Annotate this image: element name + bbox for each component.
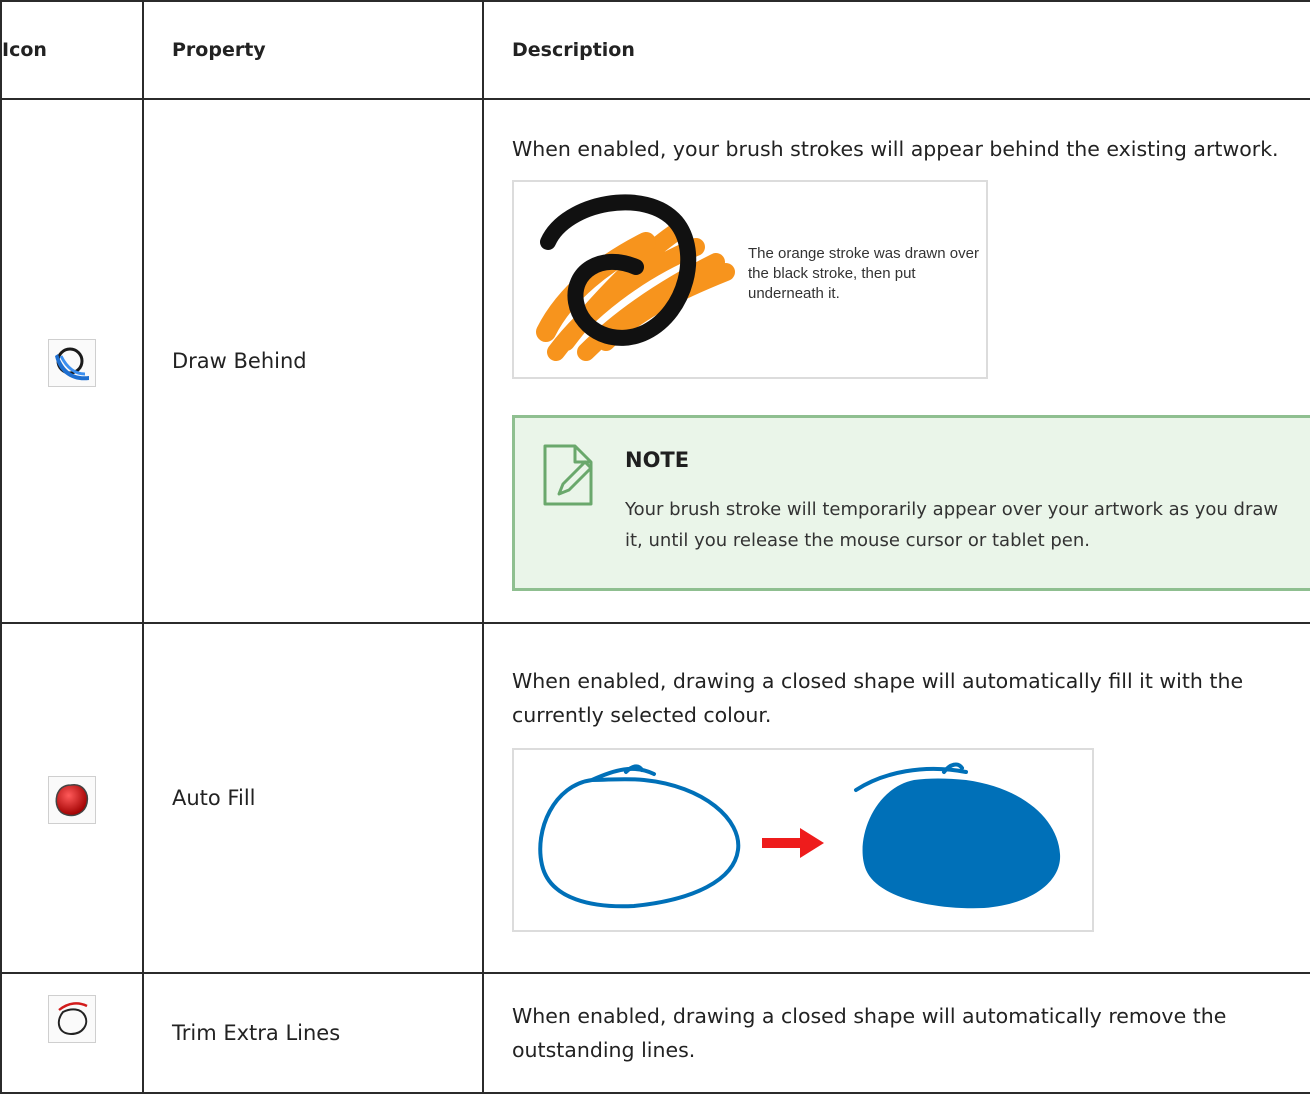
auto-fill-icon <box>48 775 96 824</box>
description-cell: When enabled, your brush strokes will ap… <box>482 98 1310 624</box>
fill-illustration <box>538 762 1061 909</box>
header-property: Property <box>142 0 484 100</box>
note-icon <box>543 444 593 505</box>
property-cell: Trim Extra Lines <box>142 972 484 1094</box>
properties-table: Icon Property Description Draw Behind Wh… <box>0 0 1310 1094</box>
header-description: Description <box>482 0 1310 100</box>
table-row: Trim Extra Lines When enabled, drawing a… <box>0 972 1310 1094</box>
draw-behind-icon <box>48 338 96 387</box>
auto-fill-illustration <box>512 748 1094 932</box>
figure-caption: The orange stroke was drawn over the bla… <box>748 244 979 302</box>
note-title: NOTE <box>625 447 690 472</box>
note-text: Your brush stroke will temporarily appea… <box>625 498 1279 551</box>
draw-behind-illustration: The orange stroke was drawn over the bla… <box>512 179 988 379</box>
stroke-illustration <box>536 193 735 361</box>
icon-cell <box>0 972 144 1094</box>
property-cell: Auto Fill <box>142 622 484 974</box>
header-icon: Icon <box>0 0 144 100</box>
property-cell: Draw Behind <box>142 98 484 624</box>
property-label: Auto Fill <box>172 786 256 810</box>
table-row: Draw Behind When enabled, your brush str… <box>0 98 1310 624</box>
table-row: Auto Fill When enabled, drawing a closed… <box>0 622 1310 974</box>
trim-extra-lines-icon <box>48 994 96 1043</box>
description-text: When enabled, drawing a closed shape wil… <box>512 669 1244 727</box>
property-label: Trim Extra Lines <box>172 1021 341 1045</box>
description-text: When enabled, drawing a closed shape wil… <box>512 1004 1227 1062</box>
icon-cell <box>0 622 144 974</box>
description-cell: When enabled, drawing a closed shape wil… <box>482 972 1310 1094</box>
note-box: NOTE Your brush stroke will temporarily … <box>512 414 1310 591</box>
icon-cell <box>0 98 144 624</box>
table-header-row: Icon Property Description <box>0 0 1310 100</box>
description-text: When enabled, your brush strokes will ap… <box>512 136 1279 161</box>
description-cell: When enabled, drawing a closed shape wil… <box>482 622 1310 974</box>
property-label: Draw Behind <box>172 349 307 373</box>
